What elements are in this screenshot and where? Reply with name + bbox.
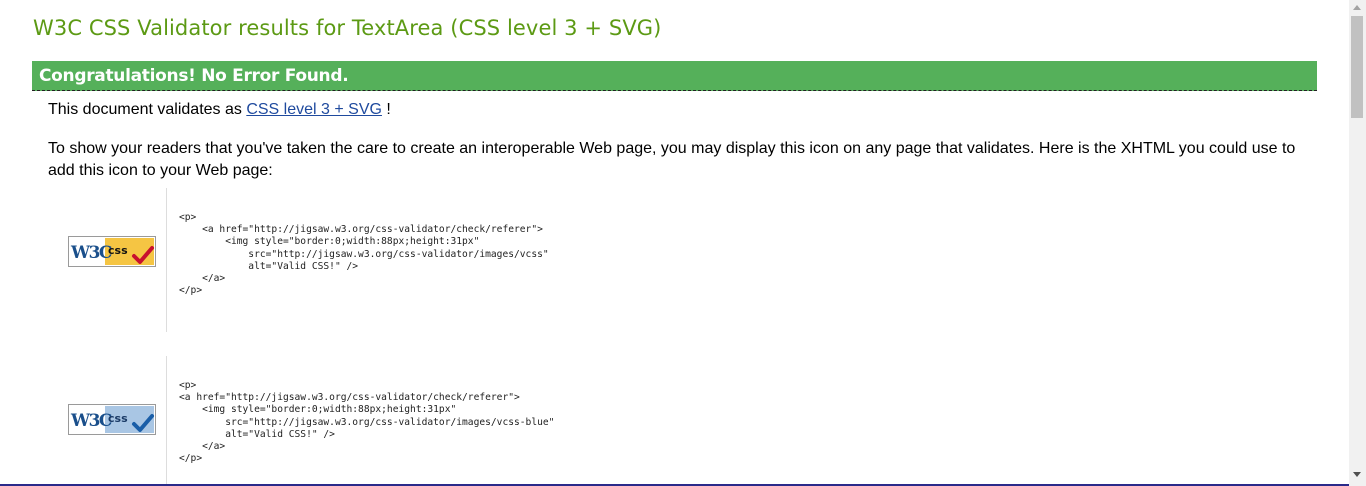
- divider: [166, 188, 167, 332]
- css-profile-link[interactable]: CSS level 3 + SVG: [246, 101, 382, 118]
- scrollbar-thumb[interactable]: [1351, 16, 1363, 118]
- icon-instructions: To show your readers that you've taken t…: [48, 140, 1296, 179]
- valid-css-badge-gold[interactable]: W3C css: [68, 236, 156, 272]
- badge-blue-w3c-text: W3C: [70, 411, 112, 431]
- badge-gold-code: <p> <a href="http://jigsaw.w3.org/css-va…: [179, 212, 549, 297]
- badge-row-gold: W3C css <p> <a href="http://jigsaw.w3.or…: [48, 188, 1308, 332]
- scroll-up-arrow-icon[interactable]: [1353, 5, 1361, 10]
- page-title: W3C CSS Validator results for TextArea (…: [33, 16, 662, 40]
- success-banner-text: Congratulations! No Error Found.: [39, 66, 349, 86]
- valid-css-icon-gold: W3C css: [68, 236, 156, 267]
- scroll-down-arrow-icon[interactable]: [1353, 472, 1361, 477]
- badge-gold-w3c-text: W3C: [70, 243, 112, 263]
- success-banner: Congratulations! No Error Found.: [32, 61, 1317, 91]
- valid-css-icon-blue: W3C css: [68, 404, 156, 435]
- vertical-scrollbar[interactable]: [1349, 0, 1366, 486]
- badge-blue-css-text: css: [108, 412, 128, 425]
- valid-css-badge-blue[interactable]: W3C css: [68, 404, 156, 440]
- badge-row-blue: W3C css <p> <a href="http://jigsaw.w3.or…: [48, 356, 1308, 486]
- badge-blue-code: <p> <a href="http://jigsaw.w3.org/css-va…: [179, 380, 555, 465]
- validates-suffix: !: [386, 101, 391, 118]
- page: W3C CSS Validator results for TextArea (…: [0, 0, 1349, 486]
- badge-gold-css-text: css: [108, 244, 128, 257]
- divider: [166, 356, 167, 486]
- validation-statement: This document validates as CSS level 3 +…: [48, 101, 391, 119]
- validates-prefix: This document validates as: [48, 101, 242, 118]
